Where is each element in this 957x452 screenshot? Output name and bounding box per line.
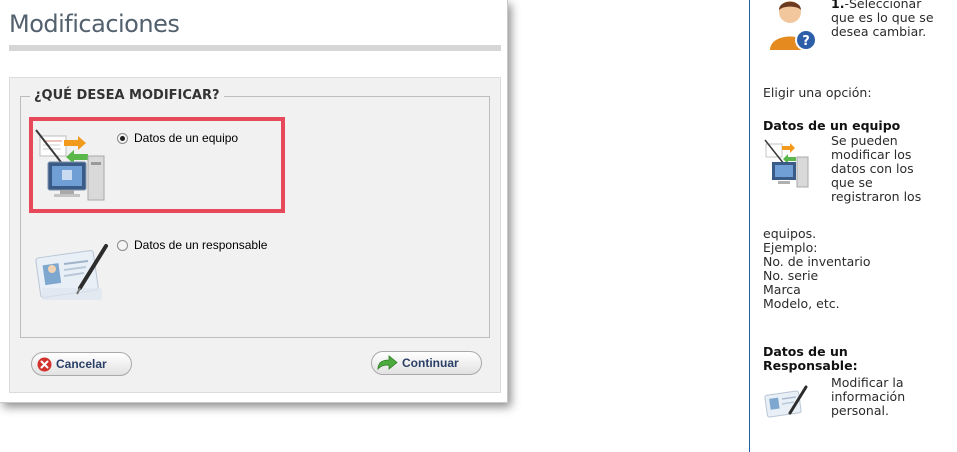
id-card-pen-icon xyxy=(34,240,110,310)
section-responsible-title: Datos de un Responsable: xyxy=(763,345,883,373)
title-divider xyxy=(9,45,501,51)
id-card-small-icon xyxy=(764,385,808,425)
option-equipment[interactable]: Datos de un equipo xyxy=(117,131,238,145)
equip-line-1: Se pueden xyxy=(831,133,898,148)
resp-title-1: Datos de un xyxy=(763,344,848,359)
equip-below-6: Modelo, etc. xyxy=(763,296,840,311)
cancel-label: Cancelar xyxy=(56,357,107,371)
green-arrow-icon xyxy=(377,355,398,371)
step-line-3: desea cambiar. xyxy=(831,24,927,39)
help-step-text: 1.-Seleccionar que es lo que se desea ca… xyxy=(831,0,956,39)
equipment-radio[interactable] xyxy=(117,132,128,144)
equip-below-1: equipos. xyxy=(763,226,817,241)
resp-title-2: Responsable: xyxy=(763,358,858,373)
section-responsible-text: Modificar la información personal. xyxy=(831,376,941,418)
close-circle-icon xyxy=(37,357,52,371)
equip-line-5: registraron los xyxy=(831,189,922,204)
option-responsible[interactable]: Datos de un responsable xyxy=(117,238,267,252)
equip-below-3: No. de inventario xyxy=(763,254,871,269)
equip-line-4: que se xyxy=(831,175,873,190)
section-equipment-examples: equipos. Ejemplo: No. de inventario No. … xyxy=(763,227,943,311)
resp-line-3: personal. xyxy=(831,403,889,418)
continue-button[interactable]: Continuar xyxy=(371,351,482,375)
modify-dialog: Modificaciones ¿QUÉ DESEA MODIFICAR? Dat… xyxy=(0,0,508,403)
equip-line-2: modificar los xyxy=(831,147,912,162)
continue-label: Continuar xyxy=(402,356,459,370)
svg-text:?: ? xyxy=(802,34,810,49)
cancel-button[interactable]: Cancelar xyxy=(31,352,132,376)
equip-below-4: No. serie xyxy=(763,268,819,283)
step-line-2: que es lo que se xyxy=(831,10,934,25)
dialog-title: Modificaciones xyxy=(9,10,180,38)
computer-transfer-small-icon xyxy=(764,138,812,196)
equip-below-5: Marca xyxy=(763,282,801,297)
responsible-radio[interactable] xyxy=(117,239,128,251)
resp-line-2: información xyxy=(831,389,906,404)
equip-line-3: datos con los xyxy=(831,161,914,176)
option-responsible-label: Datos de un responsable xyxy=(134,238,268,252)
section-equipment-title: Datos de un equipo xyxy=(763,118,901,133)
resp-line-1: Modificar la xyxy=(831,375,904,390)
fieldset-legend: ¿QUÉ DESEA MODIFICAR? xyxy=(30,88,224,103)
section-equipment-text: Se pueden modificar los datos con los qu… xyxy=(831,134,956,204)
option-equipment-label: Datos de un equipo xyxy=(134,131,239,145)
equip-below-2: Ejemplo: xyxy=(763,240,818,255)
user-question-icon: ? xyxy=(770,0,820,56)
choose-option-text: Eligir una opción: xyxy=(763,85,872,100)
help-panel-border xyxy=(749,0,750,452)
